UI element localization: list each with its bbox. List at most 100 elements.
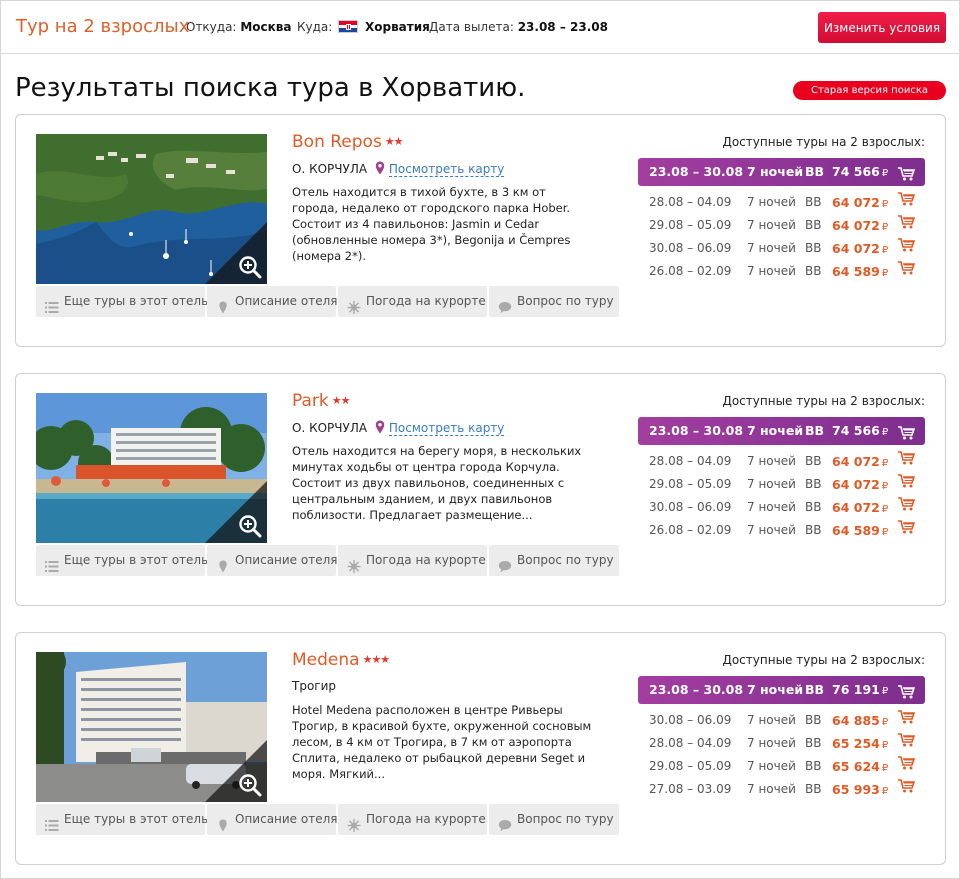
available-tours-label: Доступные туры на 2 взрослых: (722, 653, 925, 667)
offer-price: 74 566 ₽ (832, 423, 889, 438)
list-icon (45, 813, 59, 831)
offer-price: 64 885 ₽ (832, 713, 889, 728)
cart-icon[interactable] (897, 164, 916, 181)
cart-icon[interactable] (897, 732, 916, 748)
offer-price: 64 589 ₽ (832, 523, 889, 538)
hotel-card: Bon Repos ★★ О. КОРЧУЛА Посмотреть карту От… (15, 114, 946, 347)
pin-icon (216, 295, 230, 314)
offer-row[interactable]: 28.08 – 04.09 7 ночей BB 65 254 ₽ (638, 732, 925, 755)
hotel-stars: ★★ (331, 394, 351, 407)
view-map-link[interactable]: Посмотреть карту (388, 421, 505, 436)
destination-value: Хорватия (364, 20, 430, 34)
cart-icon[interactable] (897, 423, 916, 440)
old-search-version-button[interactable]: Старая версия поиска (793, 81, 946, 100)
cart-icon[interactable] (897, 214, 916, 230)
cart-icon[interactable] (897, 709, 916, 725)
offer-row[interactable]: 26.08 – 02.09 7 ночей BB 64 589 ₽ (638, 519, 925, 542)
offer-price: 65 624 ₽ (832, 759, 889, 774)
cart-icon[interactable] (897, 778, 916, 794)
tab-hotel-description[interactable]: Описание отеля (207, 286, 338, 317)
tab-hotel-description[interactable]: Описание отеля (207, 804, 338, 835)
offer-row[interactable]: 30.08 – 06.09 7 ночей BB 64 072 ₽ (638, 496, 925, 519)
offer-price: 64 072 ₽ (832, 454, 889, 469)
offer-row[interactable]: 29.08 – 05.09 7 ночей BB 64 072 ₽ (638, 473, 925, 496)
cart-icon[interactable] (897, 496, 916, 512)
offer-price: 65 993 ₽ (832, 782, 889, 797)
best-offer-row[interactable]: 23.08 – 30.08 7 ночей BB 74 566 ₽ (638, 417, 925, 445)
hotel-name[interactable]: Park ★★ (292, 391, 351, 411)
hotel-card: Park ★★ О. КОРЧУЛА Посмотреть карту Отель н… (15, 373, 946, 606)
map-pin-icon (375, 161, 385, 178)
offer-row[interactable]: 27.08 – 03.09 7 ночей BB 65 993 ₽ (638, 778, 925, 801)
change-conditions-button[interactable]: Изменить условия (818, 12, 946, 43)
page-title: Результаты поиска тура в Хорватию. (15, 73, 526, 103)
departure-city: Откуда: Москва (186, 20, 292, 34)
offer-row[interactable]: 30.08 – 06.09 7 ночей BB 64 885 ₽ (638, 709, 925, 732)
offer-row[interactable]: 29.08 – 05.09 7 ночей BB 65 624 ₽ (638, 755, 925, 778)
hotel-name[interactable]: Medena ★★★ (292, 650, 390, 670)
hotel-location: Трогир (292, 679, 337, 693)
tab-resort-weather[interactable]: Погода на курорте (338, 545, 487, 576)
hotel-photo[interactable] (36, 652, 267, 802)
tab-more-tours[interactable]: Еще туры в этот отель (36, 545, 208, 576)
best-offer-row[interactable]: 23.08 – 30.08 7 ночей BB 76 191 ₽ (638, 676, 925, 704)
croatia-flag-icon (338, 20, 359, 33)
offer-row[interactable]: 30.08 – 06.09 7 ночей BB 64 072 ₽ (638, 237, 925, 260)
departure-city-value: Москва (240, 20, 292, 34)
hotel-description: Hotel Medena расположен в центре Ривьеры… (292, 703, 592, 781)
hotel-name[interactable]: Bon Repos ★★ (292, 132, 404, 152)
list-icon (45, 295, 59, 313)
view-map-link[interactable]: Посмотреть карту (388, 162, 505, 177)
tab-hotel-description[interactable]: Описание отеля (207, 545, 338, 576)
available-tours-label: Доступные туры на 2 взрослых: (722, 135, 925, 149)
zoom-magnifier-icon[interactable] (238, 773, 262, 797)
tab-resort-weather[interactable]: Погода на курорте (338, 804, 487, 835)
offer-row[interactable]: 29.08 – 05.09 7 ночей BB 64 072 ₽ (638, 214, 925, 237)
offer-price: 65 254 ₽ (832, 736, 889, 751)
hotel-description: Отель находится в тихой бухте, в 3 км от… (292, 185, 571, 263)
offer-price: 76 191 ₽ (832, 682, 889, 697)
departure-date-value: 23.08 – 23.08 (517, 20, 608, 34)
speech-bubble-icon (498, 554, 512, 573)
best-offer-row[interactable]: 23.08 – 30.08 7 ночей BB 74 566 ₽ (638, 158, 925, 186)
cart-icon[interactable] (897, 450, 916, 466)
tab-tour-question[interactable]: Вопрос по туру (489, 545, 619, 576)
tab-more-tours[interactable]: Еще туры в этот отель (36, 804, 208, 835)
sun-icon (347, 554, 361, 573)
tab-tour-question[interactable]: Вопрос по туру (489, 286, 619, 317)
offer-price: 64 072 ₽ (832, 241, 889, 256)
zoom-magnifier-icon[interactable] (238, 514, 262, 538)
offer-row[interactable]: 28.08 – 04.09 7 ночей BB 64 072 ₽ (638, 450, 925, 473)
hotel-stars: ★★ (384, 135, 404, 148)
zoom-magnifier-icon[interactable] (238, 255, 262, 279)
hotel-photo[interactable] (36, 393, 267, 543)
destination: Куда: Хорватия (297, 20, 430, 34)
cart-icon[interactable] (897, 682, 916, 699)
hotel-location: О. КОРЧУЛА Посмотреть карту (292, 161, 505, 178)
tab-resort-weather[interactable]: Погода на курорте (338, 286, 487, 317)
tab-tour-question[interactable]: Вопрос по туру (489, 804, 619, 835)
cart-icon[interactable] (897, 237, 916, 253)
tab-more-tours[interactable]: Еще туры в этот отель (36, 286, 208, 317)
cart-icon[interactable] (897, 519, 916, 535)
cart-icon[interactable] (897, 260, 916, 276)
search-summary-bar: Тур на 2 взрослых Откуда: Москва Куда: Х… (1, 1, 959, 54)
cart-icon[interactable] (897, 473, 916, 489)
cart-icon[interactable] (897, 191, 916, 207)
cart-icon[interactable] (897, 755, 916, 771)
hotel-photo[interactable] (36, 134, 267, 284)
hotel-description: Отель находится на берегу моря, в нескол… (292, 444, 582, 522)
offer-price: 64 072 ₽ (832, 477, 889, 492)
pin-icon (216, 554, 230, 573)
sun-icon (347, 295, 361, 314)
offer-price: 74 566 ₽ (832, 164, 889, 179)
map-pin-icon (375, 420, 385, 437)
offer-price: 64 072 ₽ (832, 218, 889, 233)
hotel-card: Medena ★★★ Трогир Hotel Medena расположен в… (15, 632, 946, 865)
offer-row[interactable]: 28.08 – 04.09 7 ночей BB 64 072 ₽ (638, 191, 925, 214)
page-frame: Тур на 2 взрослых Откуда: Москва Куда: Х… (0, 0, 960, 879)
sun-icon (347, 813, 361, 832)
offer-row[interactable]: 26.08 – 02.09 7 ночей BB 64 589 ₽ (638, 260, 925, 283)
available-tours-label: Доступные туры на 2 взрослых: (722, 394, 925, 408)
list-icon (45, 554, 59, 572)
